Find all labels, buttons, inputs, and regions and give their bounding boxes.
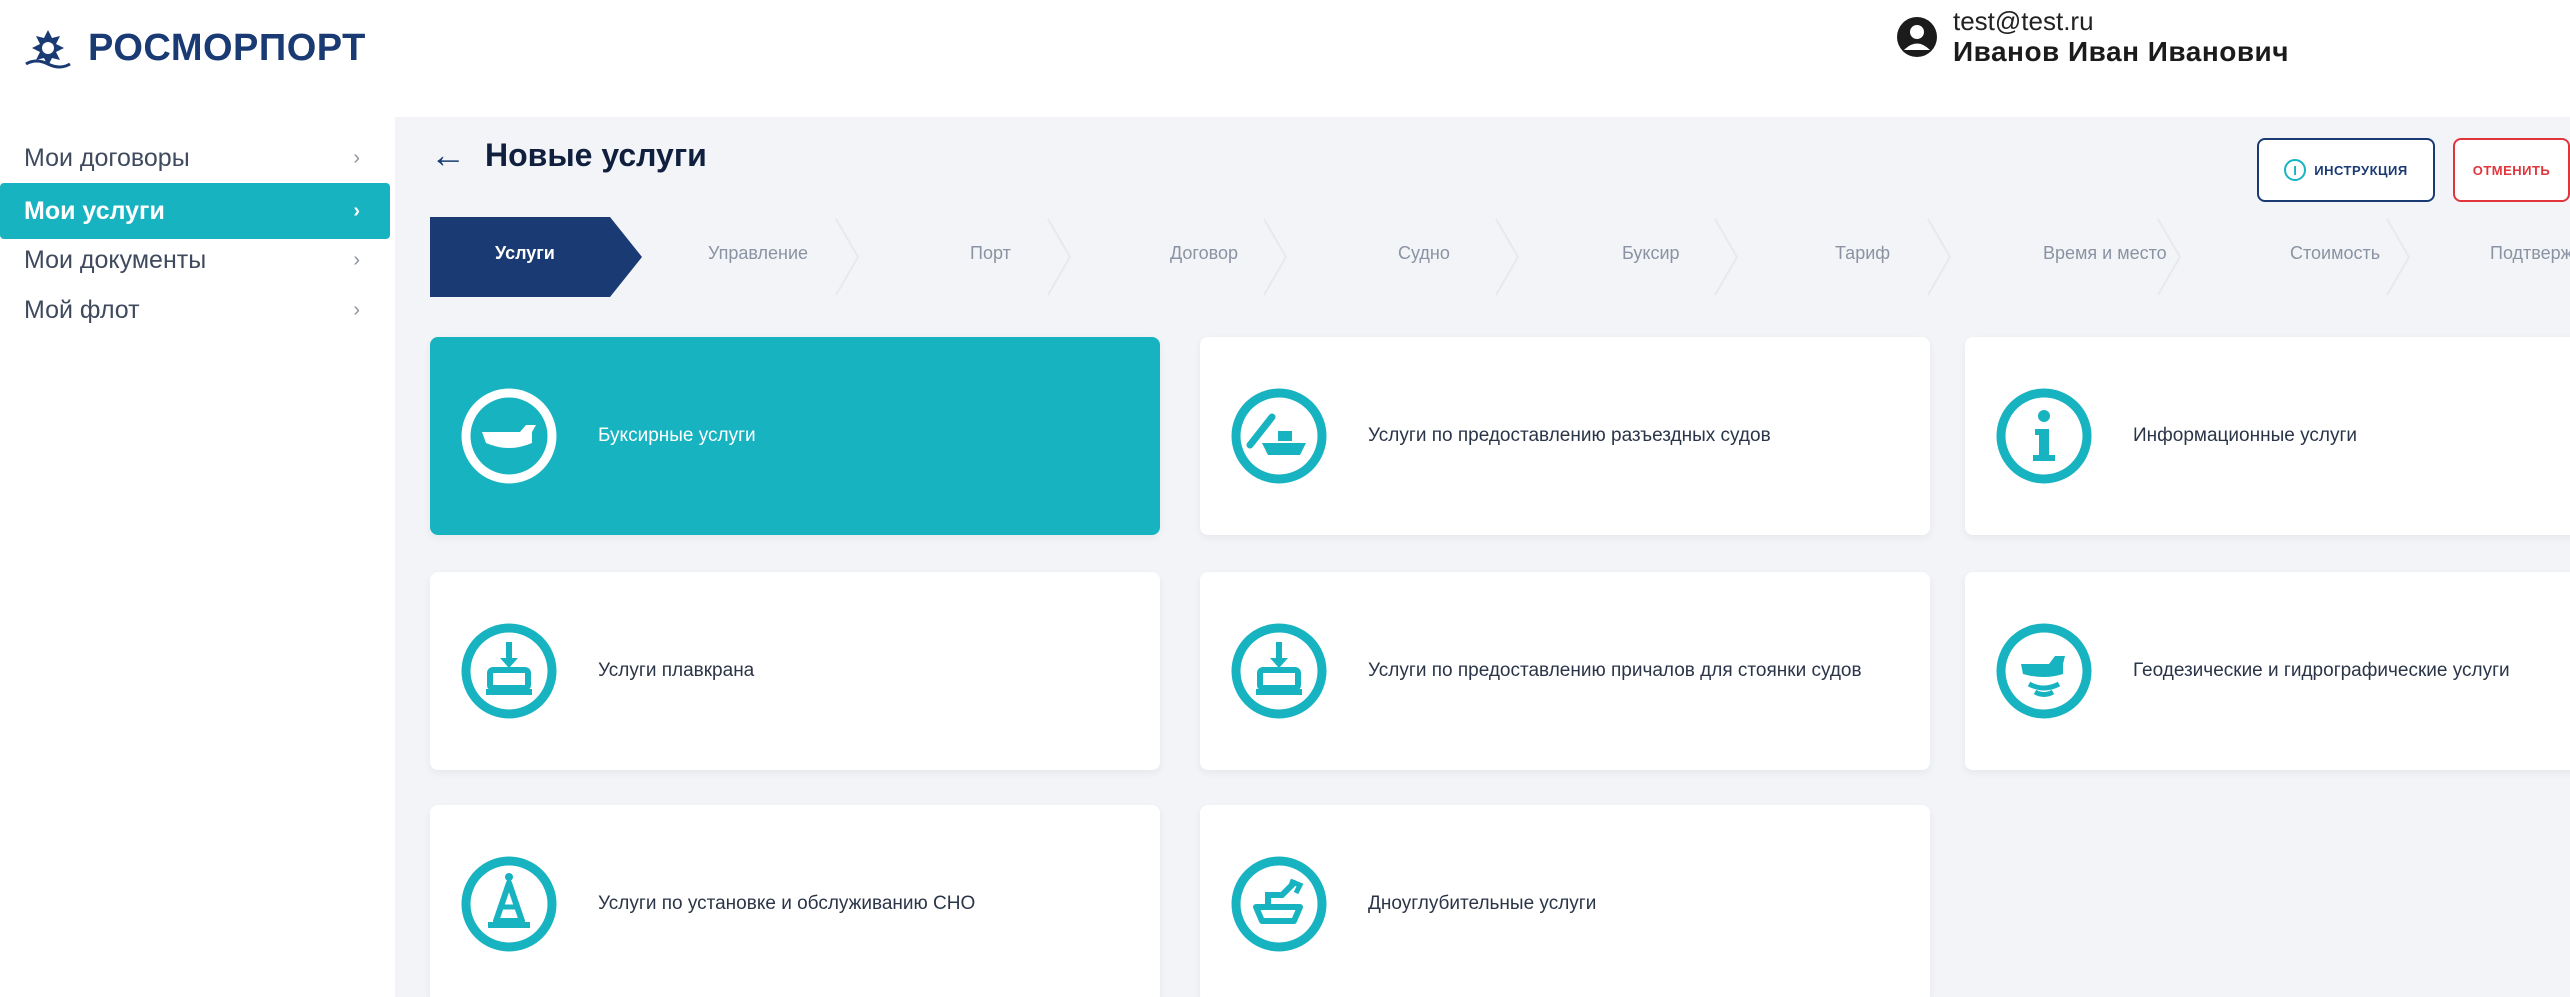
service-label: Буксирные услуги <box>598 425 756 446</box>
rosmorport-logo[interactable]: РОСМОРПОРТ <box>22 26 366 70</box>
wizard-stepper: Услуги Управление Порт Договор Судно Бук… <box>430 217 2570 297</box>
service-label: Информационные услуги <box>2133 425 2358 446</box>
step-services[interactable]: Услуги <box>495 243 555 264</box>
mooring-icon <box>1231 623 1327 719</box>
user-full-name: Иванов Иван Иванович <box>1953 36 2290 67</box>
main-content: ← Новые услуги i инструкция отменить Усл… <box>395 117 2570 997</box>
instructions-label: инструкция <box>2314 162 2408 178</box>
service-card-information[interactable]: Информационные услуги <box>1965 337 2570 535</box>
service-label: Дноуглубительные услуги <box>1368 893 1597 914</box>
sidebar-item-contracts[interactable]: Мои договоры › <box>0 130 390 186</box>
step-port[interactable]: Порт <box>970 243 1011 264</box>
app-header: РОСМОРПОРТ test@test.ru Иванов Иван Иван… <box>0 0 2570 90</box>
chevron-right-icon: › <box>353 248 360 271</box>
ferry-boat-icon <box>1231 388 1327 484</box>
chevron-right-icon: › <box>353 146 360 169</box>
chevron-right-icon: › <box>353 199 360 222</box>
user-avatar-icon <box>1897 17 1937 57</box>
service-label: Услуги плавкрана <box>598 660 755 681</box>
navigation-buoy-icon <box>461 856 557 952</box>
page-title: Новые услуги <box>485 137 707 173</box>
service-card-floating-crane[interactable]: Услуги плавкрана <box>430 572 1160 770</box>
logo-text: РОСМОРПОРТ <box>88 26 366 69</box>
service-label: Геодезические и гидрографические услуги <box>2133 660 2510 681</box>
step-tug[interactable]: Буксир <box>1622 243 1680 264</box>
user-profile[interactable]: test@test.ru Иванов Иван Иванович <box>1895 6 2289 68</box>
service-card-navigation-aids[interactable]: Услуги по установке и обслуживанию СНО <box>430 805 1160 997</box>
dredging-icon <box>1231 856 1327 952</box>
service-card-dredging[interactable]: Дноуглубительные услуги <box>1200 805 1930 997</box>
step-management[interactable]: Управление <box>708 243 808 264</box>
cancel-button[interactable]: отменить <box>2453 138 2570 202</box>
sidebar-item-documents[interactable]: Мои документы › <box>0 232 390 288</box>
info-icon <box>1996 388 2092 484</box>
step-tariff[interactable]: Тариф <box>1835 243 1890 264</box>
page-header: ← Новые услуги i инструкция отменить <box>395 117 2570 202</box>
service-card-ferry-boats[interactable]: Услуги по предоставлению разъездных судо… <box>1200 337 1930 535</box>
service-card-hydrographic[interactable]: Геодезические и гидрографические услуги <box>1965 572 2570 770</box>
floating-crane-icon <box>461 623 557 719</box>
info-circle-icon: i <box>2284 159 2307 181</box>
sidebar-item-label: Мои договоры <box>24 143 190 172</box>
sidebar-item-label: Мои документы <box>24 245 207 274</box>
service-label: Услуги по установке и обслуживанию СНО <box>598 893 976 914</box>
sidebar-item-services[interactable]: Мои услуги › <box>0 183 390 239</box>
service-label: Услуги по предоставлению причалов для ст… <box>1368 660 1862 681</box>
logo-emblem-icon <box>25 30 71 69</box>
step-contract[interactable]: Договор <box>1170 243 1238 264</box>
step-vessel[interactable]: Судно <box>1398 243 1450 264</box>
tug-boat-icon <box>461 388 557 484</box>
sidebar-item-label: Мои услуги <box>24 196 165 225</box>
step-time-place[interactable]: Время и место <box>2043 243 2167 264</box>
service-label: Услуги по предоставлению разъездных судо… <box>1368 425 1771 446</box>
sidebar-item-fleet[interactable]: Мой флот › <box>0 282 390 338</box>
service-card-berths[interactable]: Услуги по предоставлению причалов для ст… <box>1200 572 1930 770</box>
user-info: test@test.ru Иванов Иван Иванович <box>1953 6 2289 68</box>
sidebar-item-label: Мой флот <box>24 295 140 324</box>
cancel-label: отменить <box>2472 162 2551 178</box>
step-cost[interactable]: Стоимость <box>2290 243 2380 264</box>
step-confirmation[interactable]: Подтверждение <box>2490 243 2570 264</box>
service-card-towing[interactable]: Буксирные услуги <box>430 337 1160 535</box>
back-arrow-icon[interactable]: ← <box>430 135 466 175</box>
user-email: test@test.ru <box>1953 6 2094 36</box>
chevron-right-icon: › <box>353 298 360 321</box>
instructions-button[interactable]: i инструкция <box>2257 138 2435 202</box>
hydrographic-survey-icon <box>1996 623 2092 719</box>
